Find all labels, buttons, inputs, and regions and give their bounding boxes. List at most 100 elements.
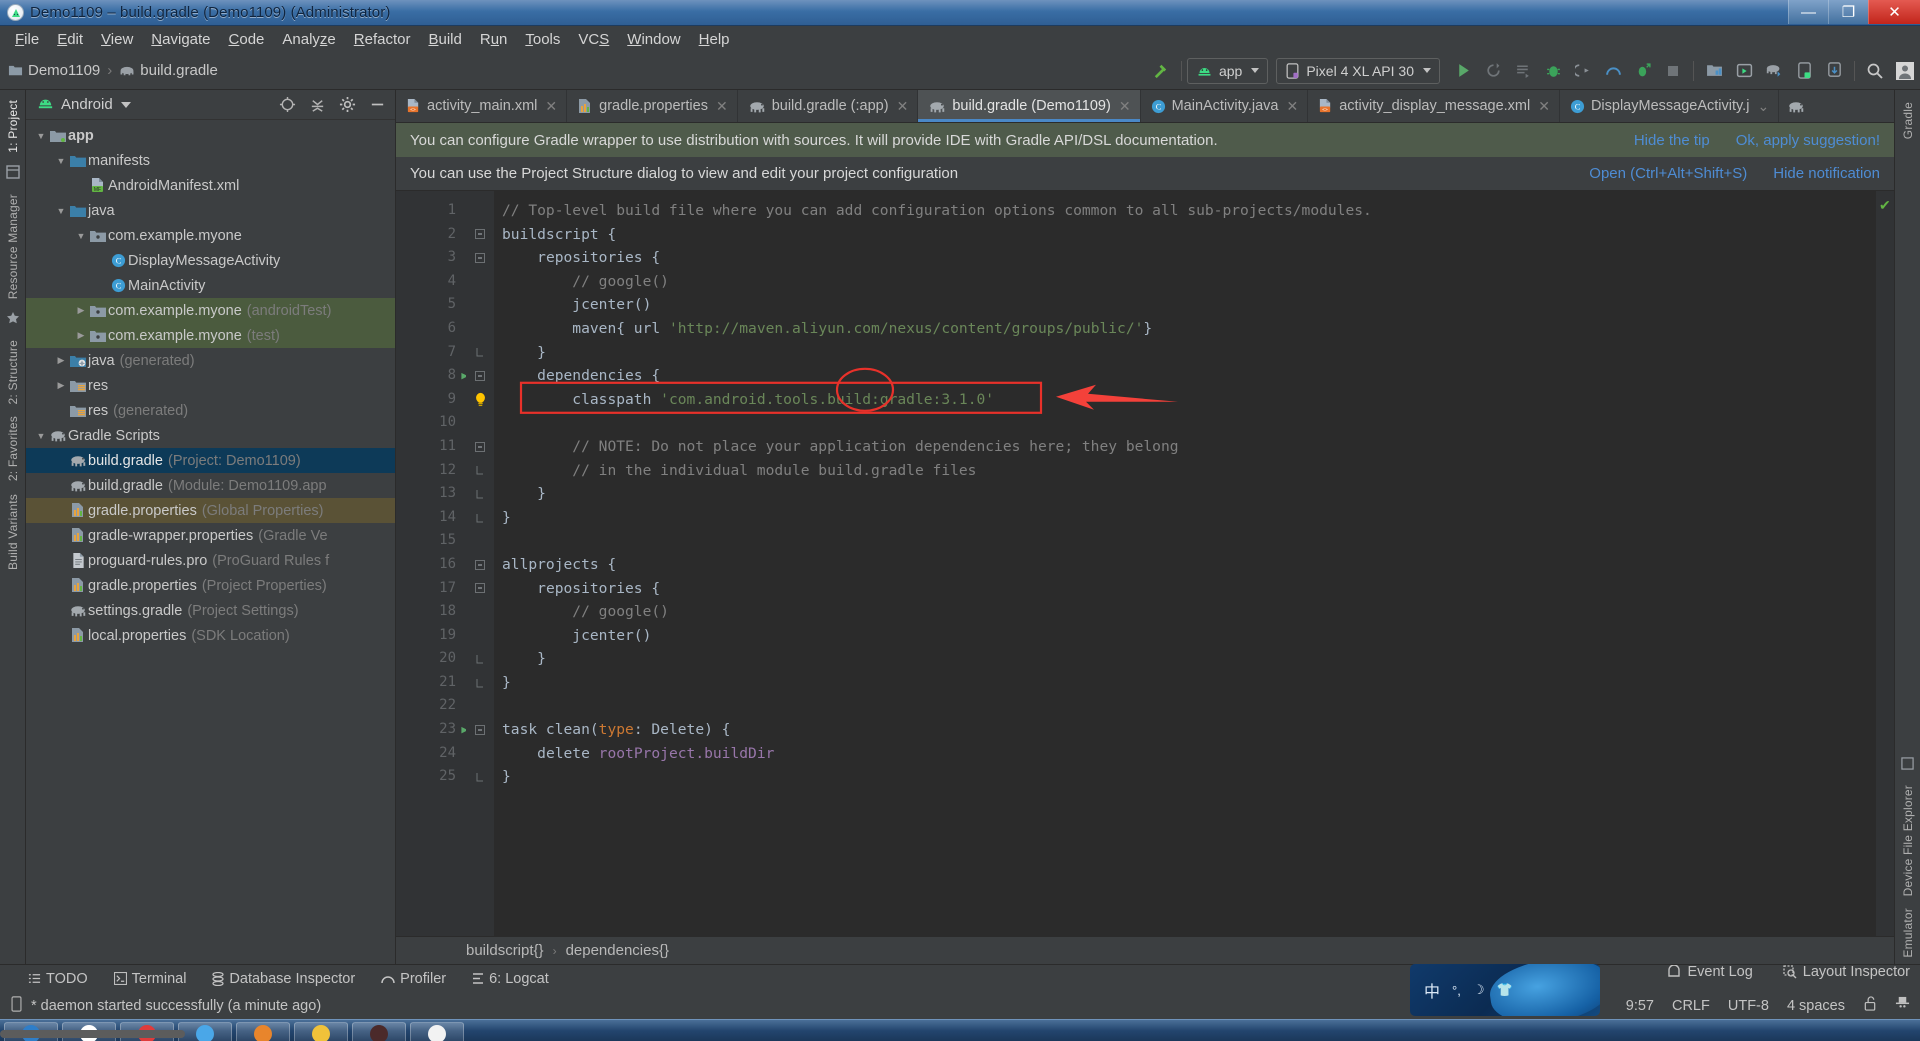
line-number[interactable]: 10 [396, 411, 466, 435]
status-bar-right[interactable]: 9:57 CRLF UTF-8 4 spaces [1626, 992, 1910, 1019]
toolbar-breadcrumb[interactable]: Demo1109 › build.gradle [8, 62, 218, 79]
breadcrumb-item-buildscript-[interactable]: buildscript{} [466, 942, 544, 959]
line-number[interactable]: 9 [396, 388, 466, 412]
fold-collapse-icon[interactable] [466, 435, 494, 459]
menu-item-navigate[interactable]: Navigate [142, 29, 219, 50]
menu-item-build[interactable]: Build [419, 29, 470, 50]
ime-floating-bar[interactable]: 中 °, ☽ 👕 [1410, 964, 1600, 1016]
inspection-ok-check-icon[interactable]: ✔ [1879, 197, 1891, 214]
fold-end-icon[interactable] [466, 506, 494, 530]
tree-node-settings-gradle[interactable]: settings.gradle(Project Settings) [26, 598, 395, 623]
line-number[interactable]: 11 [396, 435, 466, 459]
code-line[interactable]: // google() [494, 270, 1876, 294]
layout-inspector-button[interactable]: Layout Inspector [1783, 964, 1910, 980]
project-horizontal-scrollbar[interactable] [0, 1030, 185, 1038]
left-toolwindow-strip[interactable]: 1: Project Resource Manager 2: Structure… [0, 90, 26, 964]
device-file-explorer-strip-icon[interactable] [1901, 757, 1914, 773]
caret-position[interactable]: 9:57 [1626, 998, 1654, 1014]
menu-item-analyze[interactable]: Analyze [273, 29, 344, 50]
code-line[interactable]: dependencies { [494, 364, 1876, 388]
chevron-right-icon[interactable]: ▶ [54, 355, 68, 366]
editor-tab-activity-main-xml[interactable]: <>activity_main.xml✕ [396, 90, 567, 122]
fold-collapse-icon[interactable] [466, 223, 494, 247]
hide-notification-link[interactable]: Hide notification [1773, 165, 1880, 182]
chevron-down-icon[interactable]: ▼ [74, 231, 88, 241]
menu-item-edit[interactable]: Edit [48, 29, 92, 50]
taskbar-item-7[interactable] [352, 1022, 406, 1041]
chevron-down-icon[interactable]: ▼ [34, 131, 48, 141]
code-line[interactable]: } [494, 341, 1876, 365]
line-number[interactable]: 3 [396, 246, 466, 270]
toolwindow-button-6-logcat[interactable]: 6: Logcat [472, 971, 549, 987]
menu-item-vcs[interactable]: VCS [569, 29, 618, 50]
code-editor[interactable]: 1234567▶8910111213141516171819202122▶232… [396, 191, 1894, 936]
line-number[interactable]: 20 [396, 647, 466, 671]
tree-node-gradle-wrapper-properties[interactable]: gradle-wrapper.properties(Gradle Ve [26, 523, 395, 548]
toolwindow-button-profiler[interactable]: Profiler [381, 971, 446, 987]
tree-node-local-properties[interactable]: local.properties(SDK Location) [26, 623, 395, 648]
tree-node-gradle-properties[interactable]: gradle.properties(Project Properties) [26, 573, 395, 598]
tree-node-displaymessageactivity[interactable]: CDisplayMessageActivity [26, 248, 395, 273]
bottom-toolwindow-bar[interactable]: TODOTerminalDatabase InspectorProfiler6:… [0, 964, 1920, 992]
device-file-explorer-icon[interactable] [1789, 57, 1819, 85]
collapse-all-icon[interactable] [305, 93, 329, 117]
project-panel-header[interactable]: Android [26, 90, 395, 120]
close-icon[interactable]: ✕ [716, 98, 728, 115]
project-tool-window[interactable]: Android ▼app▼manifestsMFAndroidManifest.… [26, 90, 396, 964]
ime-glyph-moon[interactable]: ☽ [1473, 982, 1485, 998]
fold-collapse-icon[interactable] [466, 246, 494, 270]
close-icon[interactable]: ✕ [1119, 98, 1131, 115]
attach-debugger-icon[interactable] [1568, 57, 1598, 85]
fold-collapse-icon[interactable] [466, 718, 494, 742]
code-line[interactable]: } [494, 482, 1876, 506]
line-number[interactable]: 18 [396, 600, 466, 624]
menu-item-window[interactable]: Window [618, 29, 689, 50]
toolwindow-stripe-resource-manager[interactable]: Resource Manager [6, 188, 20, 305]
line-number[interactable]: ▶23 [396, 718, 466, 742]
breadcrumb-item-dependencies-[interactable]: dependencies{} [566, 942, 669, 959]
windows-taskbar[interactable] [0, 1019, 1920, 1041]
breadcrumb-project[interactable]: Demo1109 [28, 62, 100, 79]
minimize-button[interactable]: — [1788, 0, 1828, 24]
file-encoding[interactable]: UTF-8 [1728, 998, 1769, 1014]
menu-item-file[interactable]: File [6, 29, 48, 50]
tree-node-res[interactable]: ▶res [26, 373, 395, 398]
fold-collapse-icon[interactable] [466, 364, 494, 388]
editor-tab-gradle-properties[interactable]: gradle.properties✕ [567, 90, 738, 122]
toolwindow-stripe-emulator[interactable]: Emulator [1901, 902, 1915, 964]
indent-setting[interactable]: 4 spaces [1787, 998, 1845, 1014]
project-view-selector[interactable]: Android [61, 96, 113, 113]
toolwindow-stripe-build-variants[interactable]: Build Variants [6, 488, 20, 576]
line-number-gutter[interactable]: 1234567▶8910111213141516171819202122▶232… [396, 191, 466, 936]
editor-tab-build-gradle-demo1109-[interactable]: build.gradle (Demo1109)✕ [918, 90, 1140, 122]
line-number[interactable]: 14 [396, 506, 466, 530]
taskbar-item-8[interactable] [410, 1022, 464, 1041]
download-icon[interactable] [1819, 57, 1849, 85]
tree-node-res[interactable]: res(generated) [26, 398, 395, 423]
tree-node-app[interactable]: ▼app [26, 123, 395, 148]
taskbar-item-6[interactable] [294, 1022, 348, 1041]
line-separator[interactable]: CRLF [1672, 998, 1710, 1014]
search-icon[interactable] [1860, 57, 1890, 85]
tree-node-androidmanifest-xml[interactable]: MFAndroidManifest.xml [26, 173, 395, 198]
fold-end-icon[interactable] [466, 765, 494, 789]
close-icon[interactable]: ✕ [545, 98, 557, 115]
code-line[interactable]: // NOTE: Do not place your application d… [494, 435, 1876, 459]
editor-tab-mainactivity-java[interactable]: CMainActivity.java✕ [1141, 90, 1309, 122]
taskbar-item-5[interactable] [236, 1022, 290, 1041]
gradle-wrapper-tip-banner[interactable]: You can configure Gradle wrapper to use … [396, 123, 1894, 157]
code-line[interactable]: // Top-level build file where you can ad… [494, 199, 1876, 223]
line-number[interactable]: 24 [396, 742, 466, 766]
unlocked-padlock-icon[interactable] [1863, 996, 1877, 1015]
fold-end-icon[interactable] [466, 459, 494, 483]
maximize-button[interactable]: ❐ [1828, 0, 1868, 24]
module-selector[interactable]: app [1187, 58, 1268, 84]
fold-end-icon[interactable] [466, 647, 494, 671]
event-log-button[interactable]: Event Log [1667, 964, 1752, 980]
code-line[interactable] [494, 529, 1876, 553]
status-bar[interactable]: * daemon started successfully (a minute … [0, 992, 1920, 1019]
code-line[interactable]: } [494, 765, 1876, 789]
avd-manager-icon[interactable] [1729, 57, 1759, 85]
menu-item-code[interactable]: Code [220, 29, 274, 50]
fold-end-icon[interactable] [466, 671, 494, 695]
